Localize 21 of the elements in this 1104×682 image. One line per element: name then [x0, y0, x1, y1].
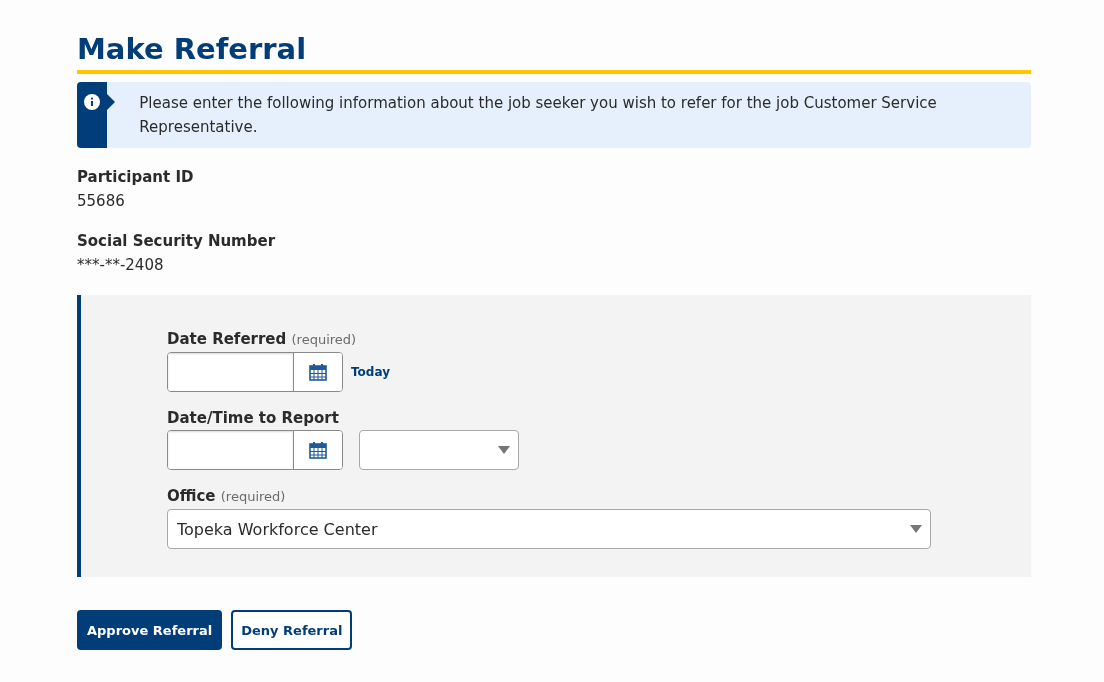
caret-icon: [498, 446, 510, 454]
deny-button[interactable]: Deny Referral: [231, 610, 353, 650]
calendar-icon: [309, 363, 327, 381]
caret-icon: [910, 525, 922, 533]
approve-button[interactable]: Approve Referral: [77, 610, 223, 650]
today-link[interactable]: Today: [351, 365, 390, 379]
date-field[interactable]: [167, 352, 343, 392]
calendar-icon: [309, 441, 327, 459]
page-title: Make Referral: [77, 31, 308, 68]
field-label: Date Referred (required): [167, 329, 358, 350]
detail-label: Participant ID: [77, 167, 195, 188]
info-message: Please enter the following information about the job seeker you wish to refer for the job Customer Service Representative.: [139, 93, 938, 138]
field-label: Office (required): [167, 486, 287, 507]
office-select[interactable]: Topeka Workforce Center: [167, 509, 931, 549]
detail-value: 55686: [77, 191, 126, 212]
info-icon: [84, 94, 101, 110]
time-select[interactable]: [359, 430, 519, 470]
detail-value: ***-**-2408: [77, 255, 165, 276]
date-field[interactable]: [167, 430, 343, 470]
detail-label: Social Security Number: [77, 231, 277, 252]
field-label: Date/Time to Report: [167, 408, 340, 428]
